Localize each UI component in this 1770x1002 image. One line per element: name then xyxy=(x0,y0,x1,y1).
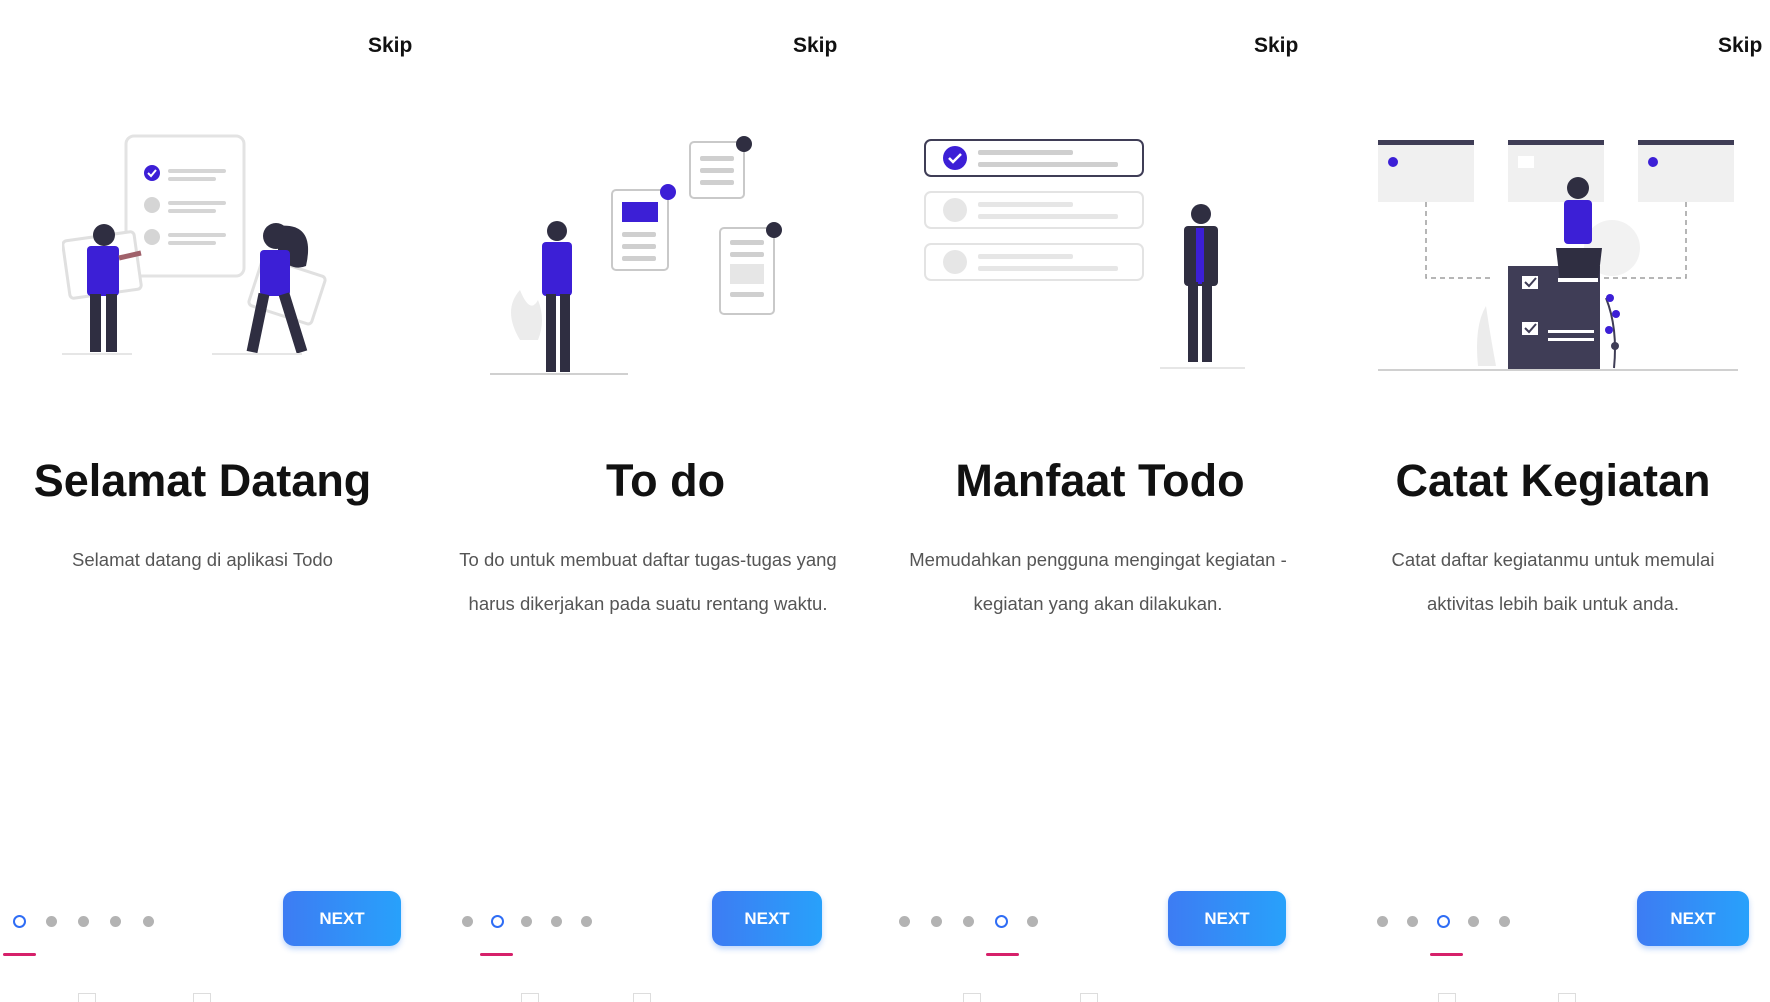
nav-bar-icon xyxy=(963,993,981,1002)
welcome-illustration xyxy=(62,134,327,355)
screen-description: Catat daftar kegiatanmu untuk memulai ak… xyxy=(1391,549,1715,614)
onboarding-screen-2: Skip To do To do untuk membuat daftar tu… xyxy=(445,0,885,1002)
skip-button[interactable]: Skip xyxy=(1254,34,1298,58)
page-dot[interactable] xyxy=(78,916,89,927)
screen-title: Catat Kegiatan xyxy=(1395,455,1711,506)
nav-bar-icon xyxy=(1438,993,1456,1002)
page-dot[interactable] xyxy=(931,916,942,927)
nav-bar-icon xyxy=(633,993,651,1002)
page-dot[interactable] xyxy=(1468,916,1479,927)
page-dot[interactable] xyxy=(581,916,592,927)
page-dot-active[interactable] xyxy=(1437,915,1450,928)
page-dot[interactable] xyxy=(551,916,562,927)
next-button[interactable]: NEXT xyxy=(1168,891,1286,946)
screen-description: Memudahkan pengguna mengingat kegiatan -… xyxy=(909,549,1287,614)
page-dot[interactable] xyxy=(1027,916,1038,927)
page-dot-active[interactable] xyxy=(13,915,26,928)
page-dot-active[interactable] xyxy=(491,915,504,928)
page-dot[interactable] xyxy=(1499,916,1510,927)
page-dot[interactable] xyxy=(521,916,532,927)
page-dot[interactable] xyxy=(46,916,57,927)
skip-button[interactable]: Skip xyxy=(793,34,837,58)
page-dot[interactable] xyxy=(963,916,974,927)
activity-illustration xyxy=(1378,140,1738,371)
next-button[interactable]: NEXT xyxy=(283,891,401,946)
nav-underline xyxy=(480,953,513,956)
nav-underline xyxy=(986,953,1019,956)
skip-button[interactable]: Skip xyxy=(368,34,412,58)
page-dot[interactable] xyxy=(899,916,910,927)
screen-title: Selamat Datang xyxy=(33,455,372,506)
screen-title: To do xyxy=(605,455,726,506)
screen-description: Selamat datang di aplikasi Todo xyxy=(72,549,333,570)
onboarding-screen-1: Skip Selamat Datang Selamat datang di ap… xyxy=(0,0,440,1002)
next-button[interactable]: NEXT xyxy=(712,891,822,946)
skip-button[interactable]: Skip xyxy=(1718,34,1762,58)
nav-bar-icon xyxy=(193,993,211,1002)
todo-illustration xyxy=(490,136,782,375)
nav-underline xyxy=(3,953,36,956)
benefit-illustration xyxy=(924,139,1245,369)
nav-bar-icon xyxy=(521,993,539,1002)
screen-description: To do untuk membuat daftar tugas-tugas y… xyxy=(459,549,837,614)
nav-bar-icon xyxy=(1080,993,1098,1002)
screen-title: Manfaat Todo xyxy=(955,455,1245,506)
page-dot[interactable] xyxy=(143,916,154,927)
nav-bar-icon xyxy=(1558,993,1576,1002)
page-dot[interactable] xyxy=(110,916,121,927)
onboarding-screen-3: Skip Manfaat Todo Memudahkan pengguna me… xyxy=(890,0,1320,1002)
next-button[interactable]: NEXT xyxy=(1637,891,1749,946)
page-dot-active[interactable] xyxy=(995,915,1008,928)
nav-underline xyxy=(1430,953,1463,956)
page-dot[interactable] xyxy=(1407,916,1418,927)
onboarding-screen-4: Skip Catat Kegiatan Catat daftar kegiata… xyxy=(1350,0,1770,1002)
nav-bar-icon xyxy=(78,993,96,1002)
page-dot[interactable] xyxy=(1377,916,1388,927)
page-dot[interactable] xyxy=(462,916,473,927)
